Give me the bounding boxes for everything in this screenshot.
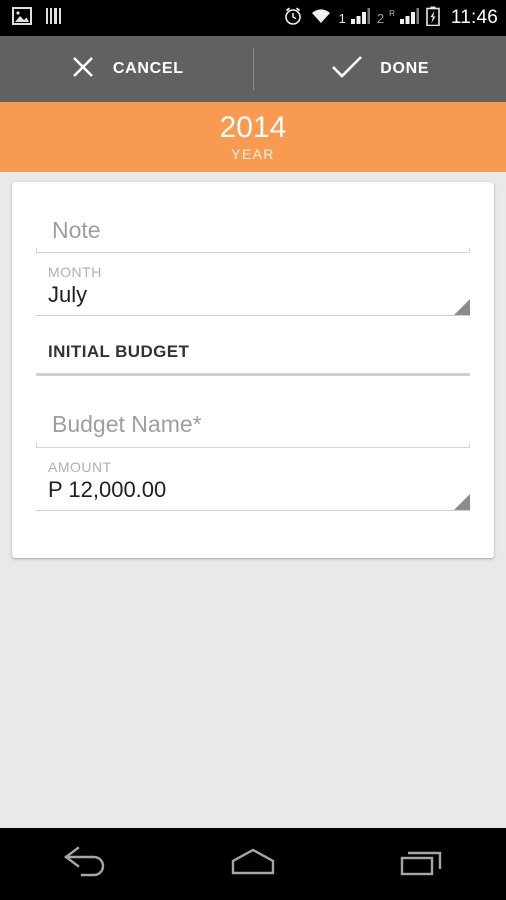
home-icon — [225, 845, 281, 884]
status-bar-notification-icons — [12, 6, 63, 30]
budget-form-card: Note MONTH July INITIAL BUDGET Budget Na… — [12, 182, 494, 558]
signal-sim2-icon — [399, 7, 419, 30]
android-screen: 1 2 R 11:46 CANCEL DONE 2014 YEAR Note M… — [0, 0, 506, 900]
year-header[interactable]: 2014 YEAR — [0, 102, 506, 172]
year-value: 2014 — [219, 111, 287, 144]
nav-home-button[interactable] — [169, 828, 338, 900]
back-icon — [58, 845, 110, 884]
cancel-button[interactable]: CANCEL — [0, 36, 253, 102]
barcode-icon — [45, 7, 63, 30]
recents-icon — [396, 845, 448, 884]
month-value: July — [48, 282, 88, 307]
amount-value: P 12,000.00 — [48, 477, 167, 502]
alarm-clock-icon — [283, 6, 303, 31]
budget-name-placeholder: Budget Name* — [52, 411, 202, 437]
wifi-icon — [310, 7, 332, 30]
close-icon — [69, 53, 97, 86]
note-underline — [36, 248, 470, 253]
amount-label: AMOUNT — [48, 459, 112, 475]
roaming-label: R — [389, 8, 395, 18]
section-divider — [36, 373, 470, 376]
status-bar: 1 2 R 11:46 — [0, 0, 506, 36]
done-button[interactable]: DONE — [254, 36, 506, 102]
nav-back-button[interactable] — [0, 828, 169, 900]
initial-budget-section: INITIAL BUDGET — [36, 342, 470, 376]
amount-spinner[interactable]: AMOUNT P 12,000.00 — [36, 459, 470, 511]
dropdown-triangle-icon — [454, 299, 470, 315]
image-icon — [12, 6, 32, 30]
check-icon — [330, 53, 364, 86]
sim2-label: 2 — [376, 10, 385, 26]
month-spinner[interactable]: MONTH July — [36, 264, 470, 316]
year-caption: YEAR — [231, 146, 275, 162]
dropdown-triangle-icon — [454, 494, 470, 510]
action-bar: CANCEL DONE — [0, 36, 506, 102]
nav-recents-button[interactable] — [337, 828, 506, 900]
note-input[interactable]: Note — [36, 211, 470, 253]
sim1-label: 1 — [338, 10, 346, 26]
month-label: MONTH — [48, 264, 102, 280]
section-title: INITIAL BUDGET — [48, 342, 190, 361]
budget-name-underline — [36, 443, 470, 448]
signal-sim1-icon — [350, 7, 370, 30]
note-placeholder: Note — [52, 217, 101, 243]
status-bar-system-icons: 1 2 R 11:46 — [283, 6, 498, 31]
done-label: DONE — [380, 60, 430, 77]
navigation-bar — [0, 828, 506, 900]
status-bar-clock: 11:46 — [450, 7, 498, 28]
budget-name-input[interactable]: Budget Name* — [36, 404, 470, 448]
amount-underline — [36, 510, 470, 511]
month-underline — [36, 315, 470, 316]
battery-charging-icon — [426, 6, 440, 31]
cancel-label: CANCEL — [112, 60, 184, 77]
